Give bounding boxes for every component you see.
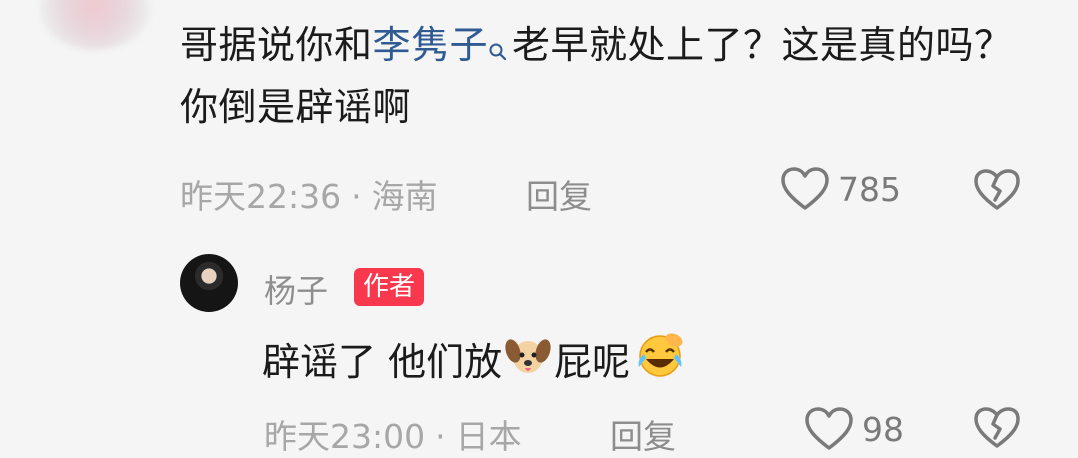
mention-link[interactable]: 李隽子 xyxy=(373,23,513,67)
reply-meta: 昨天23:00 · 日本 xyxy=(264,410,522,458)
broken-heart-icon xyxy=(974,407,1020,448)
reply-like-button[interactable]: 98 xyxy=(804,406,904,452)
comment-meta: 昨天22:36 · 海南 xyxy=(180,170,438,218)
heart-outline-icon xyxy=(805,407,853,450)
laughing-crying-emoji-icon xyxy=(632,330,688,393)
reply-text-part: 辟谣了 他们放 xyxy=(262,339,503,384)
reply-location: 日本 xyxy=(455,417,522,456)
like-count: 785 xyxy=(838,169,901,209)
search-icon[interactable] xyxy=(488,20,508,78)
heart-outline-icon xyxy=(781,167,829,210)
commenter-avatar[interactable] xyxy=(40,0,150,50)
reply-button[interactable]: 回复 xyxy=(526,170,592,218)
author-avatar[interactable] xyxy=(180,254,238,312)
dog-emoji-icon xyxy=(504,333,552,390)
author-name[interactable]: 杨子 xyxy=(264,266,328,312)
reply-like-count: 98 xyxy=(862,409,904,449)
like-button[interactable]: 785 xyxy=(780,166,901,212)
meta-separator: · xyxy=(351,177,362,216)
reply-dislike-button[interactable] xyxy=(973,406,1021,454)
broken-heart-icon xyxy=(974,169,1020,210)
reply-reply-button[interactable]: 回复 xyxy=(610,410,676,458)
comment-text-part: 哥据说你和 xyxy=(180,23,373,67)
mention-name[interactable]: 李隽子 xyxy=(373,23,489,67)
comment-location: 海南 xyxy=(371,177,438,216)
dislike-button[interactable] xyxy=(973,168,1021,216)
reply-text-part: 屁呢 xyxy=(554,339,631,384)
meta-separator: · xyxy=(435,417,446,456)
comment-time: 昨天22:36 xyxy=(180,177,342,216)
comment-text: 哥据说你和李隽子 老早就处上了？这是真的吗？你倒是辟谣啊 xyxy=(180,16,1040,136)
author-badge: 作者 xyxy=(354,268,425,306)
reply-text: 辟谣了 他们放 屁呢 xyxy=(262,330,690,393)
reply-time: 昨天23:00 xyxy=(264,417,426,456)
